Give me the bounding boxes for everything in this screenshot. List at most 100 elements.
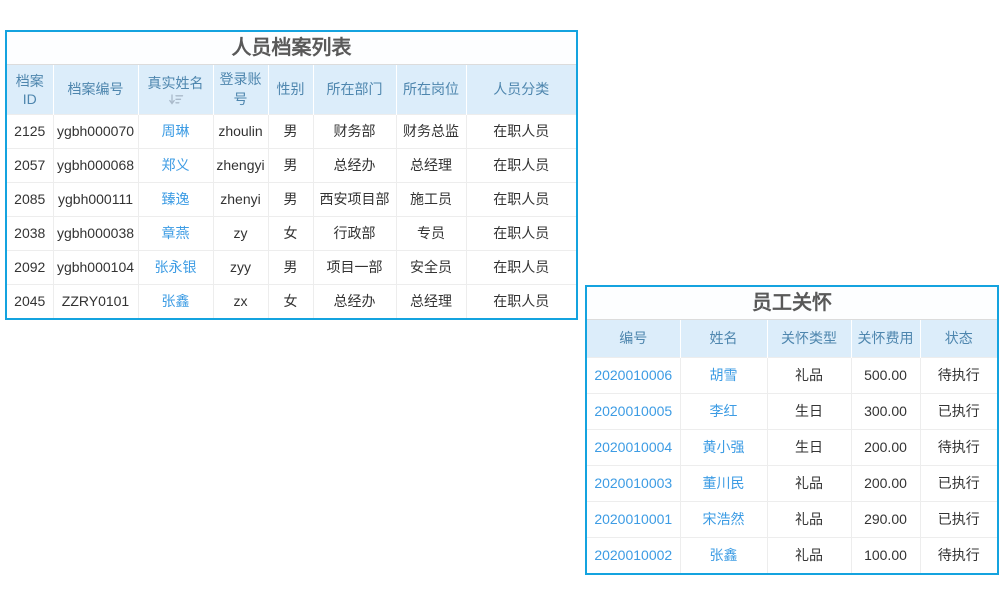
real-name-link[interactable]: 张永银 <box>155 259 197 275</box>
table-row: 2038ygbh000038章燕zy女行政部专员在职人员 <box>7 216 576 250</box>
cell-post: 安全员 <box>396 250 466 284</box>
cell-gender: 男 <box>268 250 313 284</box>
employee-care-panel: 员工关怀 编号姓名关怀类型关怀费用状态 2020010006胡雪礼品500.00… <box>585 285 999 575</box>
cell-care-type: 礼品 <box>767 501 851 537</box>
col-header-care-type[interactable]: 关怀类型 <box>767 320 851 357</box>
cell-real-name: 张鑫 <box>138 284 213 318</box>
care-name-link[interactable]: 董川民 <box>703 475 745 491</box>
cell-care-type: 礼品 <box>767 465 851 501</box>
cell-gender: 女 <box>268 284 313 318</box>
real-name-link[interactable]: 臻逸 <box>162 191 190 207</box>
col-header-label: 所在部门 <box>327 79 383 99</box>
cell-archive-id: 2085 <box>7 182 53 216</box>
table-row: 2125ygbh000070周琳zhoulin男财务部财务总监在职人员 <box>7 114 576 148</box>
cell-care-no: 2020010001 <box>587 501 680 537</box>
cell-post: 财务总监 <box>396 114 466 148</box>
cell-category: 在职人员 <box>466 148 576 182</box>
col-header-label: 真实姓名 <box>148 73 204 93</box>
cell-archive-id: 2125 <box>7 114 53 148</box>
col-header-care-name[interactable]: 姓名 <box>680 320 767 357</box>
cell-real-name: 章燕 <box>138 216 213 250</box>
col-header-care-fee[interactable]: 关怀费用 <box>851 320 920 357</box>
employee-care-header: 编号 姓名 关怀类型关怀费用状态 <box>587 320 997 357</box>
col-header-archive-id[interactable]: 档案ID <box>7 65 53 114</box>
care-name-link[interactable]: 李红 <box>710 403 738 419</box>
care-no-link[interactable]: 2020010006 <box>594 367 672 383</box>
cell-archive-id: 2092 <box>7 250 53 284</box>
col-header-category[interactable]: 人员分类 <box>466 65 576 114</box>
cell-gender: 女 <box>268 216 313 250</box>
cell-care-status: 待执行 <box>920 357 997 393</box>
cell-care-fee: 100.00 <box>851 537 920 573</box>
care-no-link[interactable]: 2020010001 <box>594 511 672 527</box>
col-header-care-no[interactable]: 编号 <box>587 320 680 357</box>
cell-archive-code: ygbh000038 <box>53 216 138 250</box>
cell-care-fee: 290.00 <box>851 501 920 537</box>
cell-gender: 男 <box>268 182 313 216</box>
table-row: 2020010002 张鑫 礼品100.00待执行 <box>587 537 997 573</box>
col-header-department[interactable]: 所在部门 <box>313 65 396 114</box>
care-name-link[interactable]: 张鑫 <box>710 547 738 563</box>
cell-care-no: 2020010003 <box>587 465 680 501</box>
cell-care-status: 待执行 <box>920 537 997 573</box>
cell-care-type: 生日 <box>767 429 851 465</box>
sort-icon[interactable] <box>168 94 184 105</box>
cell-care-type: 礼品 <box>767 537 851 573</box>
cell-care-type: 礼品 <box>767 357 851 393</box>
cell-department: 行政部 <box>313 216 396 250</box>
cell-care-status: 待执行 <box>920 429 997 465</box>
table-row: 2020010005李红生日300.00已执行 <box>587 393 997 429</box>
care-name-link[interactable]: 胡雪 <box>710 367 738 383</box>
cell-archive-code: ygbh000068 <box>53 148 138 182</box>
cell-login-account: zhengyi <box>213 148 268 182</box>
real-name-link[interactable]: 郑义 <box>162 157 190 173</box>
cell-post: 施工员 <box>396 182 466 216</box>
cell-archive-id: 2057 <box>7 148 53 182</box>
cell-gender: 男 <box>268 114 313 148</box>
cell-department: 项目一部 <box>313 250 396 284</box>
cell-care-no: 2020010004 <box>587 429 680 465</box>
cell-care-name: 张鑫 <box>680 537 767 573</box>
real-name-link[interactable]: 章燕 <box>162 225 190 241</box>
col-header-real-name[interactable]: 真实姓名 <box>138 65 213 114</box>
col-header-label: 性别 <box>277 79 305 99</box>
care-name-link[interactable]: 宋浩然 <box>703 511 745 527</box>
cell-care-status: 已执行 <box>920 393 997 429</box>
cell-care-status: 已执行 <box>920 501 997 537</box>
cell-archive-code: ZZRY0101 <box>53 284 138 318</box>
cell-care-status: 已执行 <box>920 465 997 501</box>
care-no-link[interactable]: 2020010002 <box>594 547 672 563</box>
care-name-link[interactable]: 黄小强 <box>703 439 745 455</box>
care-no-link[interactable]: 2020010004 <box>594 439 672 455</box>
cell-category: 在职人员 <box>466 250 576 284</box>
col-header-care-status[interactable]: 状态 <box>920 320 997 357</box>
col-header-gender[interactable]: 性别 <box>268 65 313 114</box>
col-header-label: 姓名 <box>710 328 738 348</box>
cell-department: 总经办 <box>313 148 396 182</box>
col-header-label: 登录账号 <box>216 69 266 109</box>
cell-category: 在职人员 <box>466 216 576 250</box>
cell-login-account: zy <box>213 216 268 250</box>
cell-care-no: 2020010002 <box>587 537 680 573</box>
cell-login-account: zyy <box>213 250 268 284</box>
cell-post: 总经理 <box>396 148 466 182</box>
personnel-archive-header: 档案ID 档案编号 真实姓名登录账号性别 所在部门所在岗位人员分类 <box>7 65 576 114</box>
col-header-label: 关怀类型 <box>781 328 837 348</box>
table-row: 2085ygbh000111臻逸zhenyi男西安项目部施工员在职人员 <box>7 182 576 216</box>
personnel-archive-table: 档案ID档案编号真实姓名登录账号性别所在部门所在岗位人员分类 2125ygbh0… <box>7 65 576 318</box>
care-no-link[interactable]: 2020010005 <box>594 403 672 419</box>
cell-login-account: zhoulin <box>213 114 268 148</box>
table-row: 2020010001 宋浩然 礼品290.00已执行 <box>587 501 997 537</box>
table-row: 2045ZZRY0101张鑫zx女总经办总经理在职人员 <box>7 284 576 318</box>
table-row: 2057ygbh000068郑义zhengyi男总经办总经理在职人员 <box>7 148 576 182</box>
cell-care-fee: 200.00 <box>851 429 920 465</box>
care-no-link[interactable]: 2020010003 <box>594 475 672 491</box>
cell-category: 在职人员 <box>466 284 576 318</box>
col-header-login-account[interactable]: 登录账号 <box>213 65 268 114</box>
employee-care-body: 2020010006胡雪礼品500.00待执行2020010005李红生日300… <box>587 357 997 573</box>
col-header-archive-code[interactable]: 档案编号 <box>53 65 138 114</box>
col-header-label: 档案编号 <box>68 79 124 99</box>
real-name-link[interactable]: 张鑫 <box>162 293 190 309</box>
real-name-link[interactable]: 周琳 <box>162 123 190 139</box>
col-header-post[interactable]: 所在岗位 <box>396 65 466 114</box>
